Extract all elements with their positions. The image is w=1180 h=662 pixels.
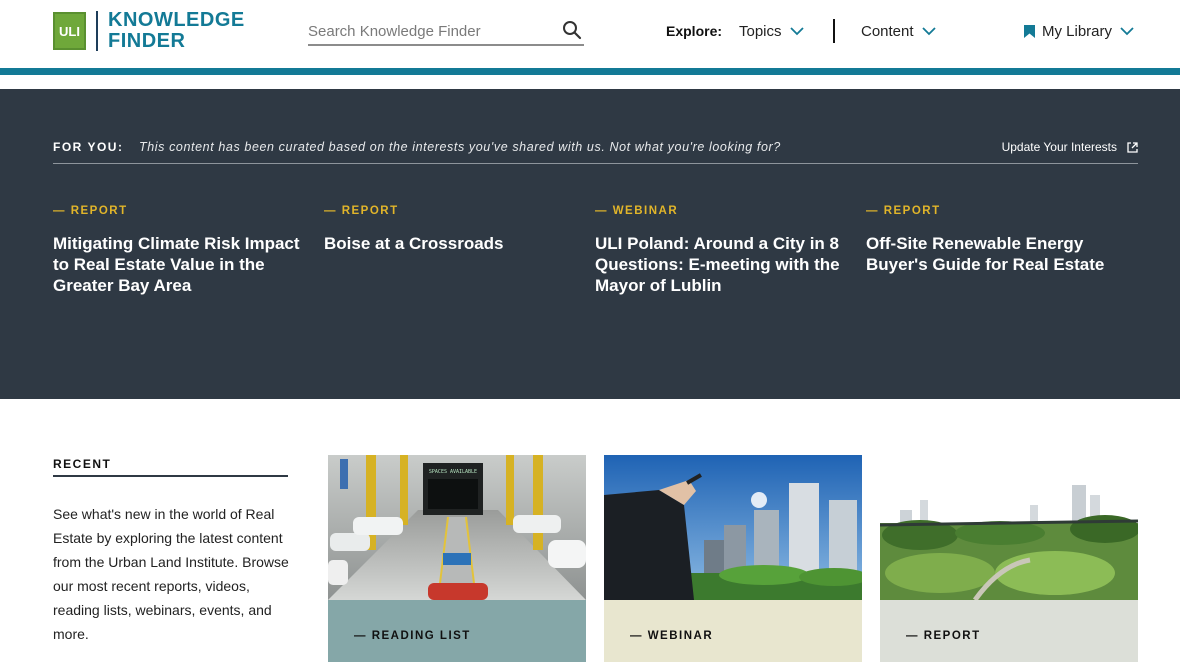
- bookmark-icon: [1024, 25, 1035, 38]
- for-you-card[interactable]: — REPORT Boise at a Crossroads: [324, 205, 586, 254]
- for-you-card[interactable]: — REPORT Off-Site Renewable Energy Buyer…: [866, 205, 1128, 275]
- content-type-tag: — READING LIST: [354, 630, 471, 642]
- recent-heading: RECENT: [53, 457, 288, 477]
- card-title[interactable]: Mitigating Climate Risk Impact to Real E…: [53, 233, 315, 296]
- tile-band: — WEBINAR: [604, 600, 862, 662]
- topics-dropdown[interactable]: Topics: [739, 23, 804, 40]
- content-label: Content: [861, 23, 914, 40]
- content-type-tag: — WEBINAR: [595, 205, 679, 217]
- recent-tile[interactable]: SPACES AVAILABLE — READING LIST: [328, 455, 586, 662]
- for-you-card[interactable]: — WEBINAR ULI Poland: Around a City in 8…: [595, 205, 857, 296]
- tile-band: — READING LIST: [328, 600, 586, 662]
- header-accent-bar: [0, 68, 1180, 75]
- search-input[interactable]: [308, 18, 553, 44]
- recent-tile[interactable]: — REPORT: [880, 455, 1138, 662]
- search-bar: [308, 18, 584, 46]
- for-you-header: FOR YOU: This content has been curated b…: [53, 140, 1138, 164]
- recent-description: See what's new in the world of Real Esta…: [53, 506, 289, 642]
- for-you-section: FOR YOU: This content has been curated b…: [0, 89, 1180, 399]
- knowledge-finder-logo[interactable]: ULI KNOWLEDGE FINDER: [53, 10, 245, 52]
- content-type-tag: — REPORT: [324, 205, 399, 217]
- chevron-down-icon: [921, 27, 936, 36]
- update-interests-link[interactable]: Update Your Interests: [1002, 140, 1138, 154]
- explore-label: Explore:: [666, 23, 723, 39]
- card-title[interactable]: ULI Poland: Around a City in 8 Questions…: [595, 233, 857, 296]
- for-you-card[interactable]: — REPORT Mitigating Climate Risk Impact …: [53, 205, 315, 296]
- content-type-tag: — REPORT: [866, 205, 941, 217]
- tile-image-city-sketch: [604, 455, 862, 600]
- card-title[interactable]: Boise at a Crossroads: [324, 233, 586, 254]
- topics-label: Topics: [739, 23, 782, 40]
- for-you-description: This content has been curated based on t…: [139, 140, 781, 154]
- logo-line-1: KNOWLEDGE: [108, 9, 245, 31]
- logo-wordmark: KNOWLEDGE FINDER: [108, 10, 245, 52]
- tile-image-parking-garage: SPACES AVAILABLE: [328, 455, 586, 600]
- svg-text:SPACES AVAILABLE: SPACES AVAILABLE: [429, 469, 477, 475]
- content-type-tag: — WEBINAR: [630, 630, 714, 642]
- my-library-dropdown[interactable]: My Library: [1024, 23, 1134, 40]
- content-type-tag: — REPORT: [53, 205, 128, 217]
- tile-band: — REPORT: [880, 600, 1138, 662]
- update-interests-label: Update Your Interests: [1001, 140, 1117, 154]
- search-icon[interactable]: [562, 20, 582, 40]
- recent-tile[interactable]: — WEBINAR: [604, 455, 862, 662]
- external-link-icon: [1127, 141, 1138, 153]
- content-type-tag: — REPORT: [906, 630, 981, 642]
- for-you-label: FOR YOU:: [53, 140, 124, 154]
- nav-divider: [833, 19, 835, 43]
- logo-line-2: FINDER: [108, 30, 186, 52]
- logo-divider: [96, 11, 98, 51]
- chevron-down-icon: [1120, 27, 1134, 36]
- uli-logo-mark: ULI: [53, 12, 86, 50]
- tile-image-urban-park: [880, 455, 1138, 600]
- chevron-down-icon: [789, 27, 804, 36]
- card-title[interactable]: Off-Site Renewable Energy Buyer's Guide …: [866, 233, 1128, 275]
- content-dropdown[interactable]: Content: [861, 23, 936, 40]
- my-library-label: My Library: [1042, 23, 1113, 40]
- site-header: ULI KNOWLEDGE FINDER Explore: Topics Con…: [0, 0, 1180, 68]
